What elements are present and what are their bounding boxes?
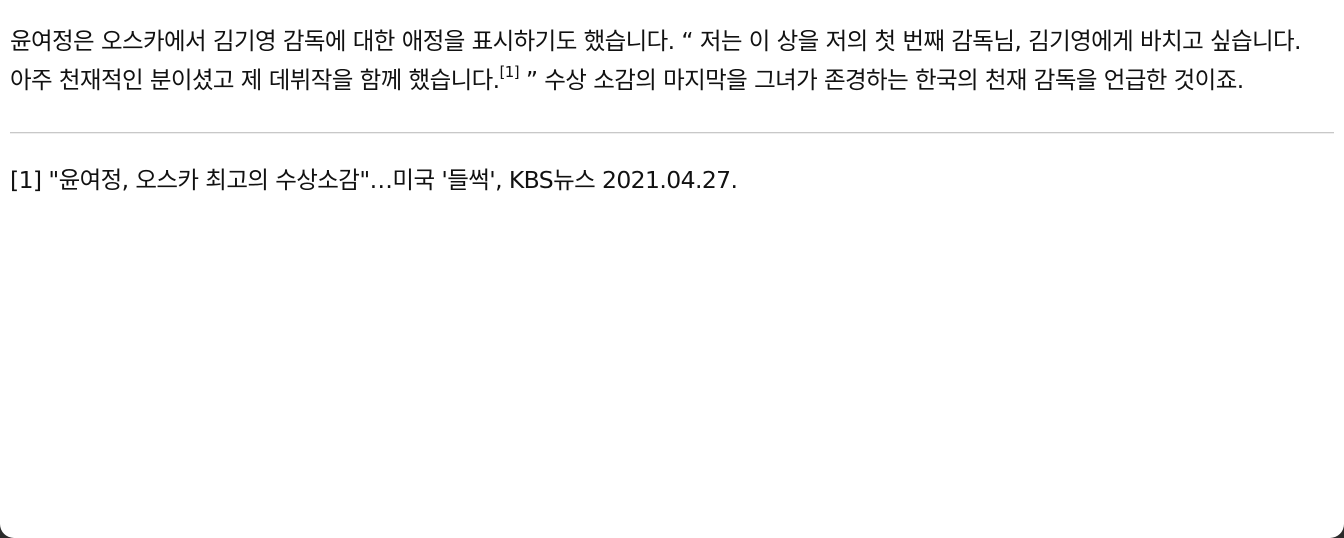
footnote-text: "윤여정, 오스카 최고의 수상소감"…미국 '들썩', KBS뉴스 2021.… <box>41 166 738 194</box>
footnote-divider <box>10 132 1334 133</box>
footnote-marker-link[interactable]: [1] <box>10 166 42 194</box>
article-paragraph: 윤여정은 오스카에서 김기영 감독에 대한 애정을 표시하기도 했습니다. “ … <box>10 22 1334 100</box>
document-page: 윤여정은 오스카에서 김기영 감독에 대한 애정을 표시하기도 했습니다. “ … <box>0 0 1344 538</box>
paragraph-text-after: ” 수상 소감의 마지막을 그녀가 존경하는 한국의 천재 감독을 언급한 것이… <box>518 66 1244 94</box>
footnote-reference-link[interactable]: [1] <box>500 63 520 81</box>
footnote-item: [1] "윤여정, 오스카 최고의 수상소감"…미국 '들썩', KBS뉴스 2… <box>10 160 1334 200</box>
